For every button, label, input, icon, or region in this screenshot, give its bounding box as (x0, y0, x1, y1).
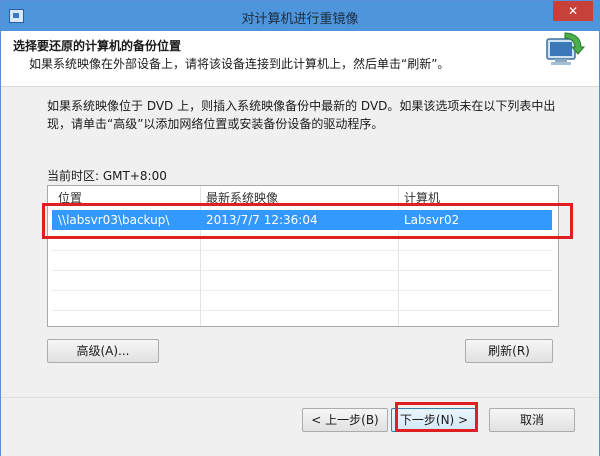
refresh-button[interactable]: 刷新(R) (465, 339, 553, 363)
timezone-label: 当前时区: GMT+8:00 (47, 169, 167, 183)
window-title: 对计算机进行重镜像 (241, 12, 359, 27)
row-highlight-annotation (42, 203, 573, 239)
computer-restore-icon (546, 32, 585, 65)
header-subtitle: 如果系统映像在外部设备上，请将该设备连接到此计算机上，然后单击“刷新”。 (29, 57, 450, 71)
instructions-text: 如果系统映像位于 DVD 上，则插入系统映像备份中最新的 DVD。如果该选项未在… (47, 99, 556, 131)
row-divider (52, 250, 552, 251)
header-title: 选择要还原的计算机的备份位置 (13, 39, 182, 53)
advanced-button[interactable]: 高级(A)... (47, 339, 159, 363)
table-header: 位置 最新系统映像 计算机 (48, 186, 558, 205)
footer-bar: < 上一步(B) 下一步(N) > 取消 (1, 397, 599, 456)
cancel-button[interactable]: 取消 (489, 408, 575, 432)
row-divider (52, 290, 552, 291)
header-panel: 选择要还原的计算机的备份位置 如果系统映像在外部设备上，请将该设备连接到此计算机… (1, 31, 599, 87)
content-area: 如果系统映像位于 DVD 上，则插入系统映像备份中最新的 DVD。如果该选项未在… (1, 87, 599, 456)
close-button[interactable]: ✕ (553, 1, 593, 21)
title-bar[interactable]: 对计算机进行重镜像 ✕ (1, 1, 599, 31)
back-button[interactable]: < 上一步(B) (302, 408, 388, 432)
row-divider (52, 310, 552, 311)
dialog-window: 对计算机进行重镜像 ✕ 选择要还原的计算机的备份位置 如果系统映像在外部设备上，… (0, 0, 600, 456)
row-divider (52, 270, 552, 271)
next-highlight-annotation (395, 402, 478, 432)
